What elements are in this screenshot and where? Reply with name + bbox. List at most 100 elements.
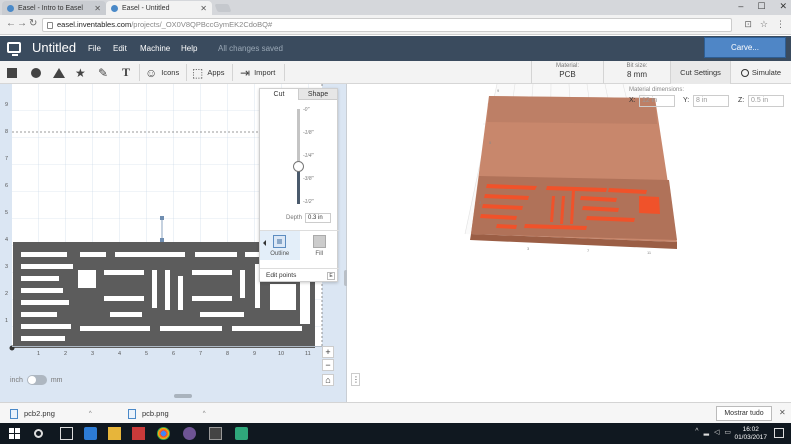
easel-logo-icon[interactable] bbox=[7, 42, 21, 56]
browser-tab-untitled[interactable]: Easel - Untitled ✕ bbox=[106, 1, 212, 15]
cut-type-fill[interactable]: Fill bbox=[300, 231, 340, 260]
bit-size-selector[interactable]: Bit size: 8 mm bbox=[603, 61, 670, 84]
apps-label: Apps bbox=[207, 68, 225, 77]
project-title[interactable]: Untitled bbox=[32, 40, 76, 55]
system-tray: ^ ▂ ◁ ▭ bbox=[695, 428, 731, 436]
window-controls: – ☐ ✕ bbox=[738, 0, 787, 13]
horizontal-scrollbar[interactable] bbox=[174, 394, 192, 398]
download-item[interactable]: pcb.png ^ bbox=[128, 407, 206, 420]
home-view-button[interactable]: ⌂ bbox=[322, 374, 334, 386]
svg-text:7: 7 bbox=[587, 248, 590, 253]
pen-tool[interactable]: ✎ bbox=[98, 65, 108, 80]
cut-panel-tabs: Cut Shape bbox=[260, 89, 337, 100]
chevron-up-icon[interactable]: ^ bbox=[89, 411, 92, 417]
forward-icon[interactable]: → bbox=[17, 18, 27, 29]
file-explorer-icon[interactable] bbox=[108, 427, 121, 440]
units-toggle[interactable]: inch mm bbox=[10, 375, 63, 385]
browser-tab-intro[interactable]: Easel - Intro to Easel ✕ bbox=[2, 1, 106, 15]
url-input[interactable]: easel.inventables.com/projects/_OX0V8QPB… bbox=[42, 18, 732, 32]
back-icon[interactable]: ← bbox=[6, 18, 16, 29]
menu-edit[interactable]: Edit bbox=[113, 44, 127, 53]
toolbar: ★ ✎ T ☺ Icons ⬚ Apps ⇥ Import Material: … bbox=[0, 61, 791, 84]
dim-y-input[interactable]: 8 in bbox=[693, 95, 729, 107]
menu-machine[interactable]: Machine bbox=[140, 44, 170, 53]
taskbar-clock[interactable]: 16:02 01/03/2017 bbox=[734, 426, 767, 442]
browser-tab-label: Easel - Intro to Easel bbox=[18, 4, 83, 12]
edge-browser-icon[interactable] bbox=[84, 427, 97, 440]
outline-label: Outline bbox=[270, 251, 290, 257]
depth-label: Depth bbox=[286, 215, 303, 221]
keyboard-icon[interactable]: ▭ bbox=[724, 428, 731, 436]
network-icon[interactable]: ▂ bbox=[704, 428, 709, 436]
bookmark-star-icon[interactable]: ☆ bbox=[760, 19, 768, 30]
icons-button[interactable]: ☺ Icons bbox=[145, 65, 179, 80]
edit-points-button[interactable]: Edit points E bbox=[260, 268, 339, 282]
windows-start-icon[interactable] bbox=[8, 427, 21, 440]
triangle-tool[interactable] bbox=[53, 65, 65, 80]
maximize-icon[interactable]: ☐ bbox=[757, 0, 765, 13]
depth-tick-label: -3/8" bbox=[303, 176, 314, 182]
material-label: Material: bbox=[555, 63, 579, 69]
browser-menu-icon[interactable]: ⋮ bbox=[776, 19, 785, 30]
chevron-up-icon[interactable]: ^ bbox=[203, 411, 206, 417]
import-button[interactable]: ⇥ Import bbox=[240, 65, 275, 80]
menu-file[interactable]: File bbox=[88, 44, 101, 53]
zoom-in-button[interactable]: + bbox=[322, 346, 334, 358]
tab-cut[interactable]: Cut bbox=[260, 89, 298, 100]
app-icon[interactable] bbox=[235, 427, 248, 440]
material-value: PCB bbox=[559, 70, 576, 79]
edit-points-label: Edit points bbox=[266, 272, 297, 279]
depth-input[interactable]: 0.3 in bbox=[305, 213, 332, 223]
search-icon[interactable] bbox=[34, 429, 43, 438]
depth-slider-track[interactable] bbox=[297, 109, 300, 204]
tab-shape[interactable]: Shape bbox=[298, 89, 337, 100]
x-tick-label: 4 bbox=[118, 351, 121, 357]
preview-3d-render[interactable]: 952 3 7 11 bbox=[347, 84, 791, 402]
chrome-icon[interactable] bbox=[157, 427, 170, 440]
material-selector[interactable]: Material: PCB bbox=[531, 61, 603, 84]
y-tick-label: 1 bbox=[5, 318, 8, 324]
edit-points-icon: E bbox=[327, 272, 335, 280]
close-tab-icon[interactable]: ✕ bbox=[200, 4, 207, 13]
zoom-out-button[interactable]: − bbox=[322, 359, 334, 371]
minimize-icon[interactable]: – bbox=[738, 0, 743, 13]
close-downloads-icon[interactable]: ✕ bbox=[779, 408, 786, 417]
depth-tick-label: -1/2" bbox=[303, 199, 314, 205]
download-item[interactable]: pcb2.png ^ bbox=[10, 407, 92, 420]
easel-favicon-icon bbox=[7, 4, 14, 12]
circle-tool[interactable] bbox=[31, 65, 41, 80]
dim-x-input[interactable]: 12 in bbox=[639, 95, 675, 107]
y-tick-label: 5 bbox=[5, 210, 8, 216]
simulate-button[interactable]: Simulate bbox=[730, 61, 791, 84]
task-view-icon[interactable] bbox=[60, 427, 73, 440]
store-icon[interactable] bbox=[132, 427, 145, 440]
square-tool[interactable] bbox=[7, 65, 17, 80]
app-icon[interactable] bbox=[209, 427, 222, 440]
cut-settings-tab[interactable]: Cut Settings bbox=[670, 61, 730, 84]
y-tick-label: 3 bbox=[5, 264, 8, 270]
new-tab-button[interactable] bbox=[214, 4, 232, 12]
text-tool[interactable]: T bbox=[122, 65, 130, 80]
collapse-arrow-icon[interactable] bbox=[263, 240, 266, 246]
volume-icon[interactable]: ◁ bbox=[714, 428, 719, 436]
dim-z-input[interactable]: 0.5 in bbox=[748, 95, 784, 107]
preview-menu-button[interactable]: ⋮ bbox=[351, 373, 360, 386]
reload-icon[interactable]: ↻ bbox=[29, 18, 37, 29]
star-tool[interactable]: ★ bbox=[75, 65, 86, 80]
notification-center-icon[interactable] bbox=[774, 428, 784, 438]
page-info-icon[interactable] bbox=[47, 22, 53, 29]
url-host: easel.inventables.com bbox=[57, 20, 132, 29]
depth-slider-handle[interactable] bbox=[293, 161, 304, 172]
show-all-downloads-button[interactable]: Mostrar tudo bbox=[716, 406, 772, 421]
units-switch[interactable] bbox=[26, 375, 47, 385]
units-inch-label: inch bbox=[10, 376, 23, 384]
close-tab-icon[interactable]: ✕ bbox=[94, 4, 101, 13]
close-window-icon[interactable]: ✕ bbox=[779, 0, 787, 13]
carve-button[interactable]: Carve... bbox=[704, 37, 786, 58]
menu-help[interactable]: Help bbox=[181, 44, 197, 53]
apps-button[interactable]: ⬚ Apps bbox=[192, 65, 224, 80]
tray-expand-icon[interactable]: ^ bbox=[695, 428, 698, 436]
github-icon[interactable] bbox=[183, 427, 196, 440]
fill-label: Fill bbox=[315, 251, 324, 257]
translate-icon[interactable]: ⊡ bbox=[744, 19, 752, 30]
